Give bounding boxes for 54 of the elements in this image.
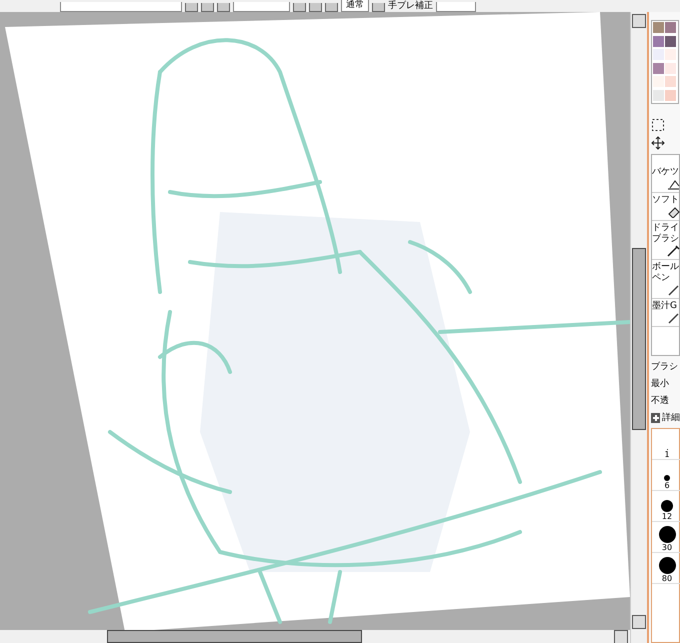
brush-size-label[interactable]: 30 — [662, 543, 672, 552]
selection-icon[interactable] — [651, 118, 665, 132]
toolbar-button[interactable] — [325, 3, 338, 12]
tool-label[interactable]: バケツ — [652, 167, 680, 178]
color-swatch[interactable] — [665, 90, 676, 100]
tool-label[interactable]: ボールペン — [652, 262, 680, 284]
color-swatch[interactable] — [665, 22, 676, 33]
brush-size-label[interactable]: 6 — [664, 481, 670, 490]
vertical-scrollbar[interactable] — [630, 12, 647, 643]
brush-size-label[interactable]: 80 — [662, 574, 672, 583]
details-label[interactable]: 詳細 — [662, 411, 680, 424]
brush-dot-icon[interactable] — [661, 500, 673, 512]
tool-label[interactable]: ドライブラシ — [652, 223, 680, 245]
color-swatch[interactable] — [653, 62, 664, 74]
toolbar-button[interactable] — [217, 3, 230, 12]
toolbar-button[interactable] — [185, 3, 198, 12]
zoom-field[interactable] — [60, 2, 182, 12]
color-swatch[interactable] — [665, 62, 676, 74]
color-swatch[interactable] — [653, 76, 664, 87]
setting-label: ブラシ — [651, 360, 679, 373]
brush-icon[interactable] — [666, 245, 680, 257]
color-swatch[interactable] — [653, 36, 664, 46]
toolbar-button[interactable] — [309, 3, 322, 12]
brush-dot-icon[interactable] — [658, 557, 676, 574]
expand-icon[interactable] — [651, 412, 660, 422]
color-swatch[interactable] — [665, 36, 676, 46]
toolbar-button[interactable] — [201, 3, 214, 12]
brush-size-label[interactable]: 1 — [664, 450, 670, 459]
color-swatch[interactable] — [653, 49, 664, 60]
toolbar-button[interactable] — [372, 3, 385, 12]
brush-dot-icon[interactable] — [658, 526, 676, 543]
pen-icon[interactable] — [666, 312, 680, 324]
brush-size-label[interactable]: 12 — [662, 512, 672, 521]
scroll-down-button[interactable] — [632, 615, 646, 629]
setting-label: 不透 — [651, 394, 670, 407]
scroll-right-button[interactable] — [614, 630, 628, 643]
color-swatch[interactable] — [653, 90, 664, 100]
scrollbar-thumb[interactable] — [632, 248, 646, 430]
tool-label[interactable]: 墨汁G — [652, 301, 680, 312]
move-icon[interactable] — [651, 136, 665, 150]
eraser-icon[interactable] — [666, 206, 680, 218]
toolbar-button[interactable] — [293, 3, 306, 12]
scroll-up-button[interactable] — [632, 14, 646, 28]
pen-icon[interactable] — [666, 284, 680, 296]
brush-dot-icon[interactable] — [664, 475, 670, 481]
scrollbar-thumb[interactable] — [107, 630, 362, 643]
color-swatch[interactable] — [665, 76, 676, 87]
angle-field[interactable] — [233, 2, 290, 12]
color-swatch[interactable] — [653, 22, 664, 33]
stabilizer-label: 手ブレ補正 — [388, 0, 433, 12]
bucket-icon[interactable] — [666, 178, 680, 190]
tool-label[interactable]: ソフト — [652, 195, 680, 206]
setting-label: 最小 — [651, 378, 670, 390]
stabilizer-field[interactable] — [436, 2, 476, 12]
